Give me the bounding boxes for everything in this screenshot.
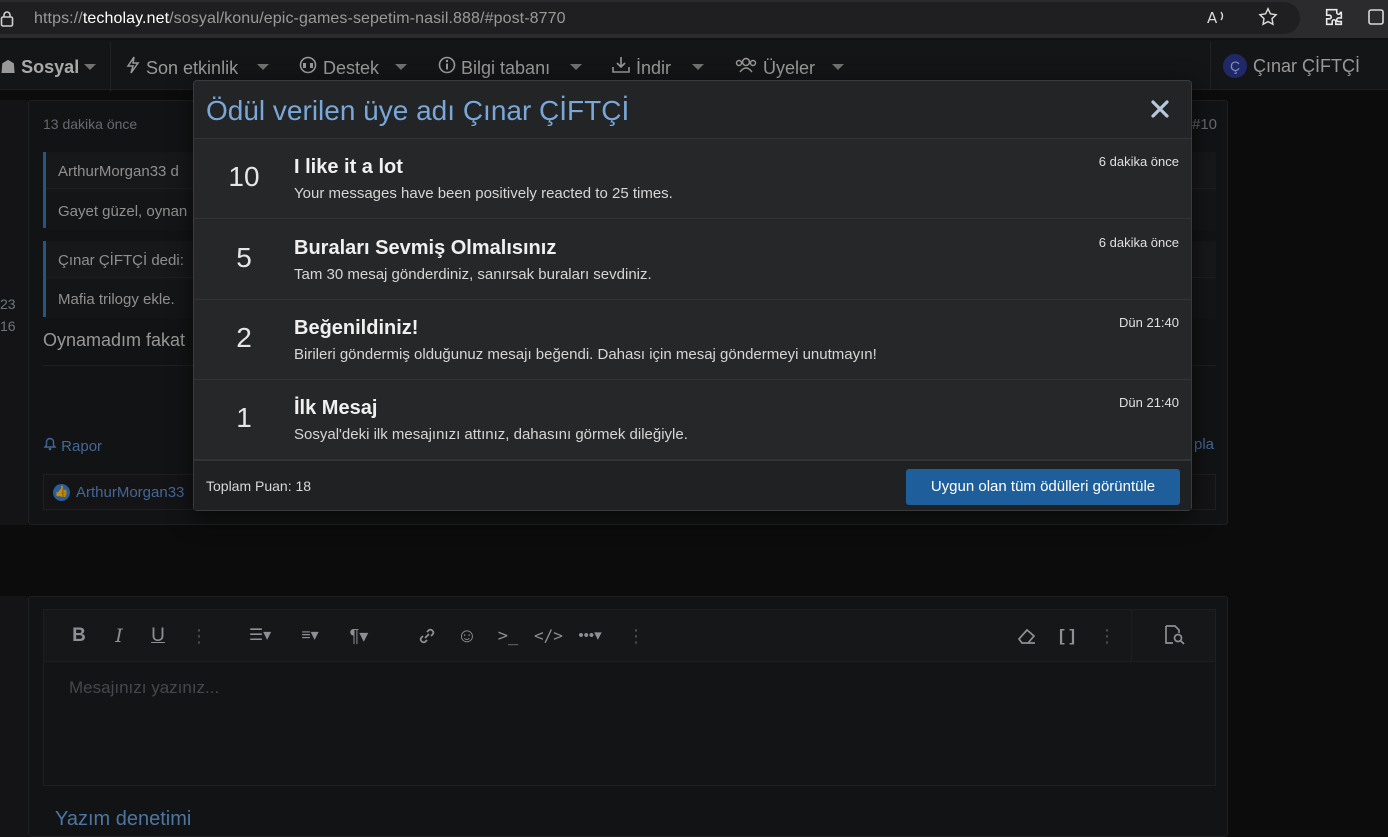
trophy-description: Tam 30 mesaj gönderdiniz, sanırsak bural… [294, 266, 652, 283]
modal-title: Ödül verilen üye adı Çınar ÇİFTÇİ [206, 95, 630, 126]
trophy-time: 6 dakika önce [1098, 235, 1179, 250]
trophy-item: 10 I like it a lot Your messages have be… [194, 139, 1191, 219]
trophy-description: Sosyal'deki ilk mesajınızı attınız, daha… [294, 426, 688, 443]
trophy-time: Dün 21:40 [1119, 315, 1179, 330]
browser-address-bar: https://techolay.net/sosyal/konu/epic-ga… [0, 0, 1388, 38]
close-icon[interactable] [1144, 93, 1176, 125]
trophy-description: Your messages have been positively react… [294, 185, 673, 202]
trophy-description: Birileri göndermiş olduğunuz mesajı beğe… [294, 346, 877, 363]
trophy-title: Buraları Sevmiş Olmalısınız [294, 237, 557, 259]
extensions-icon[interactable] [1322, 6, 1346, 30]
trophy-time: Dün 21:40 [1119, 395, 1179, 410]
trophy-title: İlk Mesaj [294, 397, 378, 419]
read-aloud-icon[interactable]: A [1205, 6, 1229, 30]
trophy-points: 5 [236, 242, 252, 273]
trophy-item: 5 Buraları Sevmiş Olmalısınız Tam 30 mes… [194, 220, 1191, 300]
trophy-item: 1 İlk Mesaj Sosyal'deki ilk mesajınızı a… [194, 380, 1191, 460]
trophy-title: Beğenildiniz! [294, 317, 419, 339]
lock-icon[interactable] [0, 10, 14, 28]
svg-text:A: A [1207, 9, 1218, 27]
trophy-points: 1 [236, 402, 252, 433]
trophy-points: 10 [228, 161, 260, 192]
url-field[interactable]: https://techolay.net/sosyal/konu/epic-ga… [0, 2, 1300, 34]
more-icon[interactable] [1364, 6, 1388, 30]
total-points: Toplam Puan: 18 [206, 478, 312, 494]
view-all-trophies-button[interactable]: Uygun olan tüm ödülleri görüntüle [906, 469, 1180, 505]
modal-footer: Toplam Puan: 18 Uygun olan tüm ödülleri … [194, 460, 1191, 510]
trophy-time: 6 dakika önce [1098, 154, 1179, 169]
trophy-item: 2 Beğenildiniz! Birileri göndermiş olduğ… [194, 300, 1191, 380]
trophy-modal: Ödül verilen üye adı Çınar ÇİFTÇİ 10 I l… [193, 80, 1192, 511]
modal-header: Ödül verilen üye adı Çınar ÇİFTÇİ [194, 81, 1191, 139]
trophy-points: 2 [236, 322, 252, 353]
trophy-title: I like it a lot [294, 156, 403, 178]
url-text[interactable]: https://techolay.net/sosyal/konu/epic-ga… [34, 10, 566, 28]
favorite-star-icon[interactable] [1256, 6, 1280, 30]
